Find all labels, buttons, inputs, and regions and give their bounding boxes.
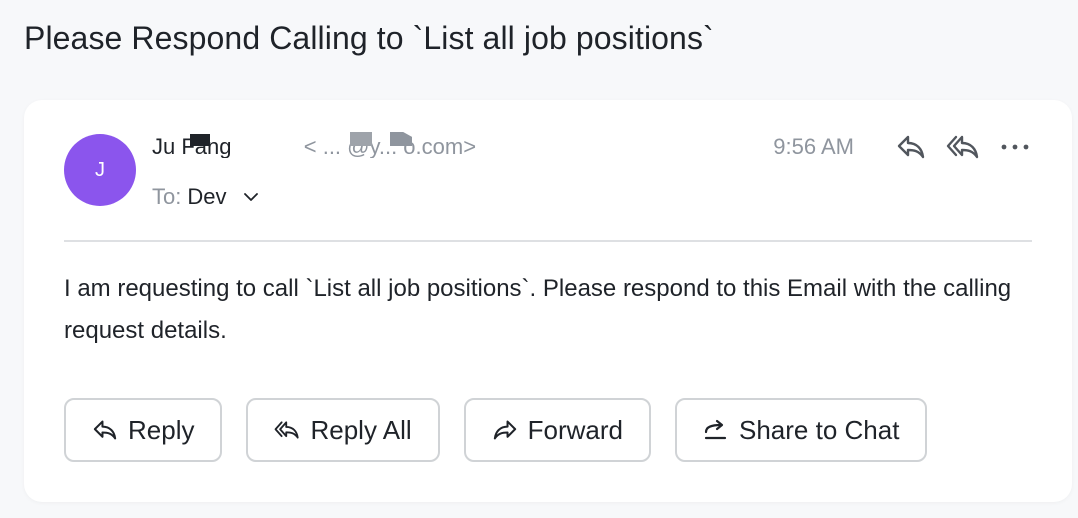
forward-button[interactable]: Forward: [463, 398, 651, 462]
redaction-mark: [350, 132, 372, 146]
reply-all-icon[interactable]: [946, 132, 980, 162]
forward-icon: [492, 419, 518, 441]
sender-address: < ... @y... o.com>: [303, 134, 477, 158]
forward-label: Forward: [527, 414, 623, 445]
chevron-down-icon[interactable]: [242, 188, 260, 206]
avatar-initial: J: [95, 158, 105, 181]
recipient-line[interactable]: To: Dev: [152, 184, 260, 210]
recipient-name: Dev: [187, 184, 227, 209]
sender-line[interactable]: Ju Fang < ... @y... o.com>: [152, 128, 532, 158]
sender-avatar[interactable]: J: [64, 134, 136, 206]
share-to-chat-button[interactable]: Share to Chat: [675, 398, 928, 462]
to-label: To:: [152, 184, 182, 209]
share-to-chat-label: Share to Chat: [739, 414, 900, 445]
reply-all-label: Reply All: [310, 414, 412, 445]
reply-icon: [92, 419, 118, 441]
email-meta: 9:56 AM: [773, 132, 1032, 162]
reply-all-button[interactable]: Reply All: [246, 398, 440, 462]
reply-icon[interactable]: [894, 132, 928, 162]
reply-label: Reply: [128, 414, 195, 445]
more-icon[interactable]: [998, 132, 1032, 162]
email-body: I am requesting to call `List all job po…: [64, 275, 1012, 344]
email-subject: Please Respond Calling to `List all job …: [24, 20, 714, 56]
share-icon: [703, 419, 729, 441]
header-divider: [64, 240, 1032, 242]
reply-all-icon: [274, 419, 300, 441]
redaction-mark: [190, 134, 210, 146]
email-time: 9:56 AM: [773, 134, 854, 159]
email-card: J Ju Fang < ... @y... o.com> To: Dev 9:5…: [24, 100, 1072, 502]
action-bar: Reply Reply All Forward Share to Chat: [64, 398, 928, 462]
reply-button[interactable]: Reply: [64, 398, 223, 462]
